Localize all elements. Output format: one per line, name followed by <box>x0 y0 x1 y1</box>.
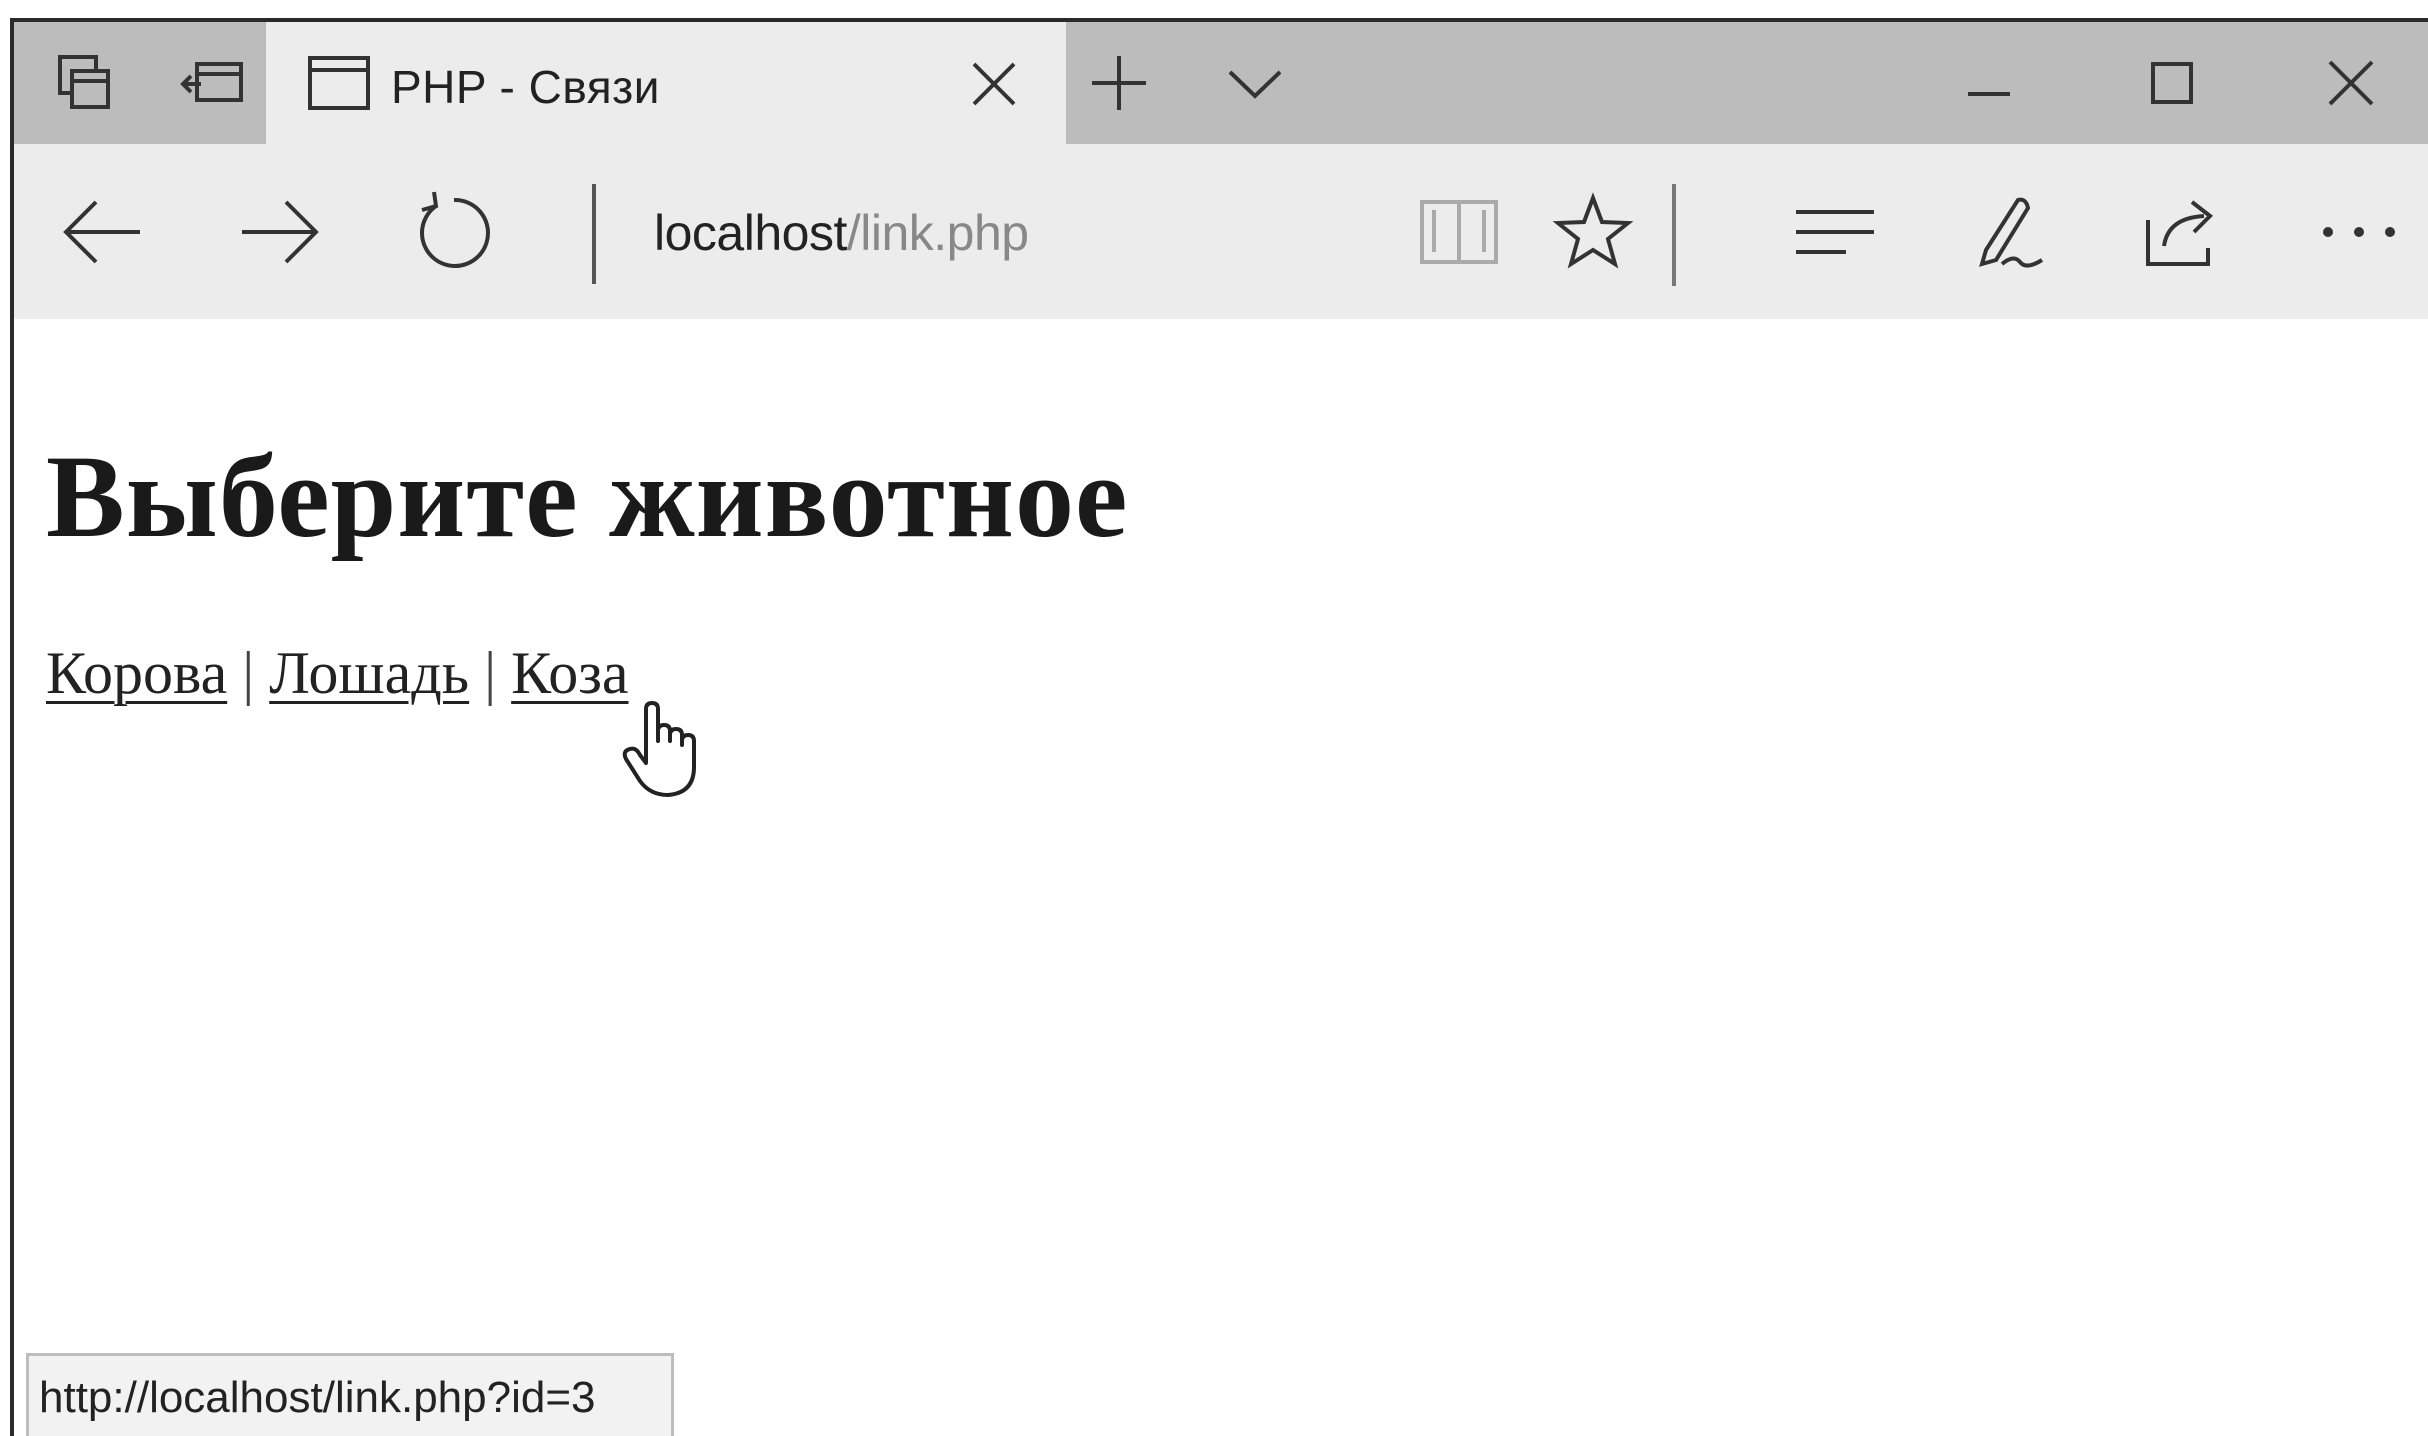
page-title: Выберите животное <box>46 431 1129 562</box>
link-goat[interactable]: Коза <box>511 640 628 706</box>
minimize-icon[interactable] <box>1954 50 2024 116</box>
page-icon <box>306 54 372 117</box>
link-separator: | <box>484 640 497 706</box>
tab-active[interactable]: PHP - Связи <box>266 22 1066 144</box>
link-separator: | <box>242 640 255 706</box>
address-path: /link.php <box>846 205 1029 261</box>
browser-window: PHP - Связи localhost/link.php Выберите … <box>10 18 2428 1436</box>
hand-pointer-cursor-icon <box>622 701 702 801</box>
page-content: Выберите животное Корова | Лошадь | Коза… <box>14 319 2428 1436</box>
hub-icon[interactable] <box>1790 190 1880 274</box>
link-cow[interactable]: Корова <box>46 640 227 706</box>
web-note-icon[interactable] <box>1962 190 2052 274</box>
forward-arrow-icon[interactable] <box>234 190 324 274</box>
tab-bar: PHP - Связи <box>14 22 2428 144</box>
toolbar-divider <box>1672 184 1676 286</box>
tab-title: PHP - Связи <box>391 61 660 113</box>
address-host: localhost <box>654 205 847 261</box>
more-icon[interactable] <box>2314 190 2404 274</box>
status-bar-url: http://localhost/link.php?id=3 <box>26 1353 674 1436</box>
close-window-icon[interactable] <box>2316 50 2386 116</box>
reading-view-icon[interactable] <box>1414 190 1504 274</box>
navigation-bar: localhost/link.php <box>14 144 2428 319</box>
tab-menu-chevron-icon[interactable] <box>1220 62 1290 106</box>
maximize-icon[interactable] <box>2136 50 2206 116</box>
link-horse[interactable]: Лошадь <box>269 640 469 706</box>
favorite-star-icon[interactable] <box>1548 190 1638 274</box>
tabs-preview-icon[interactable] <box>164 22 260 144</box>
share-icon[interactable] <box>2138 190 2228 274</box>
address-divider <box>592 184 596 284</box>
new-tab-icon[interactable] <box>1084 52 1154 114</box>
close-icon[interactable] <box>966 56 1022 112</box>
refresh-icon[interactable] <box>406 190 496 274</box>
address-bar[interactable]: localhost/link.php <box>654 204 1029 262</box>
animal-links: Корова | Лошадь | Коза <box>46 639 629 708</box>
status-url: http://localhost/link.php?id=3 <box>39 1373 596 1422</box>
tab-set-aside-icon[interactable] <box>36 22 132 144</box>
back-arrow-icon[interactable] <box>58 190 148 274</box>
